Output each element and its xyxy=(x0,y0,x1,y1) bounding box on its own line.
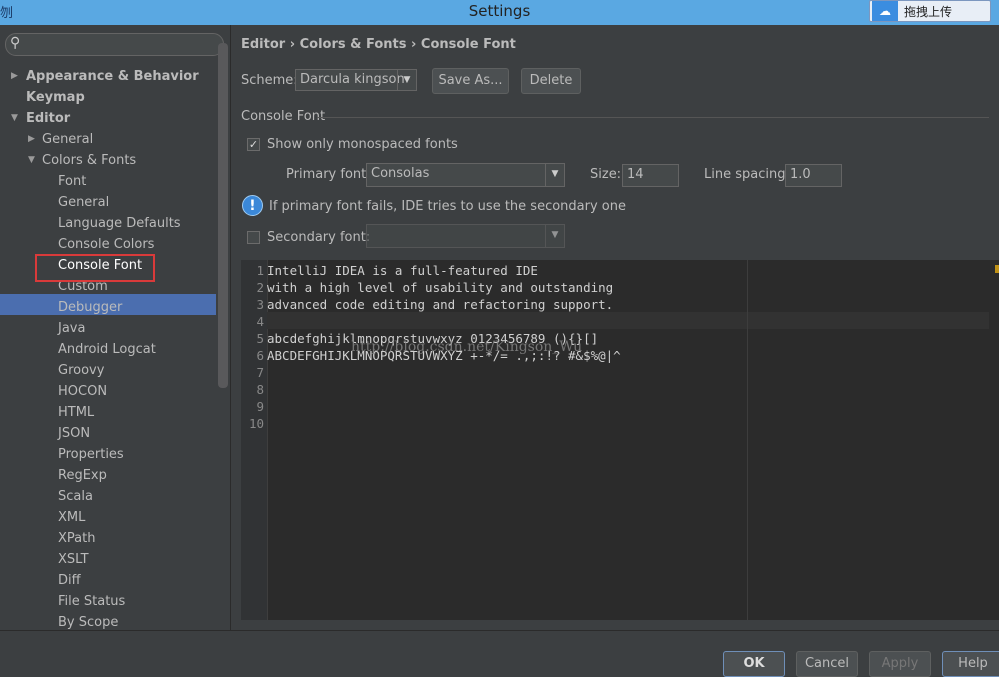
size-label: Size: xyxy=(590,167,622,182)
sidebar-item[interactable]: Groovy xyxy=(58,360,104,381)
sidebar-item[interactable]: JSON xyxy=(58,423,90,444)
sidebar-item[interactable]: Font xyxy=(58,171,86,192)
line-number: 8 xyxy=(256,382,264,397)
sidebar-item[interactable]: File Status xyxy=(58,591,125,612)
window-title: Settings xyxy=(468,2,531,20)
line-number: 9 xyxy=(256,399,264,414)
line-spacing-label: Line spacing: xyxy=(704,167,790,182)
search-input[interactable]: ⚲ xyxy=(5,33,224,56)
breadcrumb: Editor › Colors & Fonts › Console Font xyxy=(241,37,516,52)
monospaced-label: Show only monospaced fonts xyxy=(267,137,458,152)
upload-button[interactable]: ☁ 拖拽上传 xyxy=(869,0,991,22)
settings-content: Editor › Colors & Fonts › Console Font S… xyxy=(231,25,999,630)
sidebar-item[interactable]: General xyxy=(58,192,109,213)
sidebar-item[interactable]: Properties xyxy=(58,444,124,465)
line-number: 10 xyxy=(248,416,264,431)
line-number: 1 xyxy=(256,263,264,278)
scheme-value: Darcula kingson xyxy=(300,72,405,87)
sidebar-item[interactable]: Diff xyxy=(58,570,81,591)
sidebar-item[interactable]: General xyxy=(42,129,93,150)
sidebar-item[interactable]: Colors & Fonts xyxy=(42,150,136,171)
scheme-select[interactable]: Darcula kingson ▼ xyxy=(295,69,417,91)
size-field[interactable]: 14 xyxy=(622,164,679,187)
search-icon: ⚲ xyxy=(10,35,21,51)
help-button[interactable]: Help xyxy=(942,651,999,677)
line-number: 6 xyxy=(256,348,264,363)
watermark: http://blog.csdn.net/Kingson_Wu xyxy=(351,339,583,355)
primary-font-value: Consolas xyxy=(371,166,430,181)
scheme-label: Scheme: xyxy=(241,73,298,88)
caret-row-highlight xyxy=(267,312,989,329)
sidebar-item[interactable]: HOCON xyxy=(58,381,107,402)
sidebar-item[interactable]: XML xyxy=(58,507,85,528)
secondary-font-label: Secondary font: xyxy=(267,230,371,245)
code-line: IntelliJ IDEA is a full-featured IDE xyxy=(267,263,538,278)
sidebar-item[interactable]: XPath xyxy=(58,528,95,549)
save-as-button[interactable]: Save As... xyxy=(432,68,509,94)
code-line: advanced code editing and refactoring su… xyxy=(267,297,614,312)
secondary-font-select[interactable]: ▼ xyxy=(366,224,565,248)
sidebar-item[interactable]: Scala xyxy=(58,486,93,507)
error-stripe-marker xyxy=(995,265,999,273)
chevron-down-icon: ▼ xyxy=(545,225,564,247)
section-title: Console Font xyxy=(241,109,326,124)
line-number: 4 xyxy=(256,314,264,329)
info-text: If primary font fails, IDE tries to use … xyxy=(269,199,626,214)
dialog-footer: OK Cancel Apply Help xyxy=(0,630,999,677)
ok-button[interactable]: OK xyxy=(723,651,785,677)
info-icon: ! xyxy=(242,195,263,216)
font-preview-editor[interactable]: 1 2 3 4 5 6 7 8 9 10 IntelliJ IDEA is a full-feat… xyxy=(241,260,999,620)
chevron-right-icon[interactable]: ▶ xyxy=(11,71,18,81)
delete-button[interactable]: Delete xyxy=(521,68,581,94)
sidebar-item[interactable]: Console Colors xyxy=(58,234,154,255)
title-bar: 刎 Settings ☁ 拖拽上传 xyxy=(0,0,999,25)
upload-button-label: 拖拽上传 xyxy=(904,5,953,19)
monospaced-checkbox[interactable]: ✓ xyxy=(247,138,260,151)
sidebar-item[interactable]: XSLT xyxy=(58,549,89,570)
line-number-gutter: 1 2 3 4 5 6 7 8 9 10 xyxy=(241,260,268,620)
sidebar-item[interactable]: Android Logcat xyxy=(58,339,156,360)
apply-button[interactable]: Apply xyxy=(869,651,931,677)
sidebar-item[interactable]: HTML xyxy=(58,402,94,423)
secondary-font-checkbox[interactable] xyxy=(247,231,260,244)
chevron-right-icon[interactable]: ▶ xyxy=(28,134,35,144)
sidebar-item[interactable]: Editor xyxy=(26,108,70,129)
cancel-button[interactable]: Cancel xyxy=(796,651,858,677)
chevron-down-icon[interactable]: ▼ xyxy=(28,155,35,165)
sidebar-item[interactable]: Debugger xyxy=(58,297,122,318)
cloud-icon: ☁ xyxy=(872,1,898,21)
sidebar-item[interactable]: RegExp xyxy=(58,465,107,486)
settings-sidebar: ⚲ ▶ Appearance & Behavior Keymap ▼ Editor ▶ Ge… xyxy=(0,25,230,630)
line-number: 2 xyxy=(256,280,264,295)
primary-font-select[interactable]: Consolas ▼ xyxy=(366,163,565,187)
primary-font-label: Primary font: xyxy=(286,167,371,182)
right-margin-guide xyxy=(747,260,748,620)
line-number: 3 xyxy=(256,297,264,312)
chevron-down-icon[interactable]: ▼ xyxy=(11,113,18,123)
chevron-down-icon: ▼ xyxy=(545,164,564,186)
section-separator xyxy=(317,117,989,118)
code-line: with a high level of usability and outst… xyxy=(267,280,614,295)
sidebar-item[interactable]: Language Defaults xyxy=(58,213,181,234)
highlight-annotation xyxy=(35,254,155,282)
sidebar-item[interactable]: Java xyxy=(58,318,85,339)
sidebar-scrollbar[interactable] xyxy=(218,43,228,388)
chevron-down-icon: ▼ xyxy=(397,70,416,90)
sidebar-item[interactable]: Keymap xyxy=(26,87,85,108)
line-number: 7 xyxy=(256,365,264,380)
line-number: 5 xyxy=(256,331,264,346)
sidebar-item[interactable]: Appearance & Behavior xyxy=(26,66,199,87)
line-spacing-field[interactable]: 1.0 xyxy=(785,164,842,187)
